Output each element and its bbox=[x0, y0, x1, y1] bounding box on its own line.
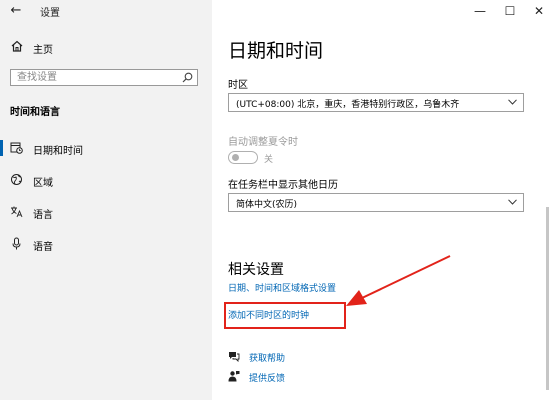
back-arrow-icon[interactable]: ← bbox=[8, 2, 24, 20]
selected-indicator bbox=[0, 140, 3, 156]
sidebar: ← 设置 主页 时间和语言 日期和时间 区域 bbox=[0, 0, 212, 400]
calendar-clock-icon bbox=[10, 142, 23, 154]
maximize-button[interactable]: ☐ bbox=[495, 0, 525, 22]
sidebar-item-label: 区域 bbox=[33, 178, 53, 189]
section-title: 时间和语言 bbox=[10, 107, 60, 118]
search-icon[interactable] bbox=[182, 72, 193, 83]
dst-label: 自动调整夏令时 bbox=[228, 137, 298, 148]
chevron-down-icon bbox=[508, 99, 517, 105]
annotation-arrow bbox=[346, 255, 451, 306]
toggle-knob bbox=[232, 154, 239, 161]
extra-calendar-dropdown[interactable]: 简体中文(农历) bbox=[228, 193, 524, 212]
home-icon[interactable] bbox=[10, 39, 24, 53]
sidebar-item-date-time[interactable]: 日期和时间 bbox=[0, 134, 212, 162]
sidebar-item-language[interactable]: 语言 bbox=[0, 198, 212, 226]
give-feedback-link[interactable]: 提供反馈 bbox=[249, 371, 285, 384]
page-title: 日期和时间 bbox=[228, 40, 324, 62]
extra-calendar-value: 简体中文(农历) bbox=[236, 200, 298, 210]
scrollbar[interactable] bbox=[546, 207, 549, 390]
minimize-button[interactable]: — bbox=[465, 0, 495, 22]
date-time-region-format-link[interactable]: 日期、时间和区域格式设置 bbox=[228, 281, 336, 294]
app-title: 设置 bbox=[40, 8, 60, 19]
search-input[interactable] bbox=[17, 71, 177, 84]
chevron-down-icon bbox=[508, 199, 517, 205]
dst-toggle[interactable] bbox=[228, 151, 258, 164]
home-link[interactable]: 主页 bbox=[33, 41, 53, 56]
search-box[interactable] bbox=[10, 69, 198, 86]
close-button[interactable]: ✕ bbox=[524, 0, 554, 22]
sidebar-item-speech[interactable]: 语音 bbox=[0, 230, 212, 258]
sidebar-item-region[interactable]: 区域 bbox=[0, 166, 212, 194]
globe-icon bbox=[11, 174, 22, 185]
timezone-label: 时区 bbox=[228, 80, 248, 91]
related-settings-title: 相关设置 bbox=[228, 262, 284, 278]
annotation-highlight-box bbox=[224, 302, 346, 329]
feedback-person-icon bbox=[228, 371, 240, 382]
dst-toggle-state: 关 bbox=[264, 155, 274, 165]
help-chat-icon bbox=[229, 352, 240, 362]
sidebar-item-label: 语音 bbox=[33, 242, 53, 253]
timezone-value: (UTC+08:00) 北京，重庆，香港特别行政区，乌鲁木齐 bbox=[236, 100, 460, 110]
timezone-dropdown[interactable]: (UTC+08:00) 北京，重庆，香港特别行政区，乌鲁木齐 bbox=[228, 93, 524, 112]
microphone-icon bbox=[12, 237, 21, 250]
language-icon bbox=[11, 206, 23, 218]
sidebar-item-label: 语言 bbox=[33, 210, 53, 221]
get-help-link[interactable]: 获取帮助 bbox=[249, 351, 285, 364]
extra-calendar-label: 在任务栏中显示其他日历 bbox=[228, 180, 338, 191]
sidebar-item-label: 日期和时间 bbox=[33, 146, 83, 157]
